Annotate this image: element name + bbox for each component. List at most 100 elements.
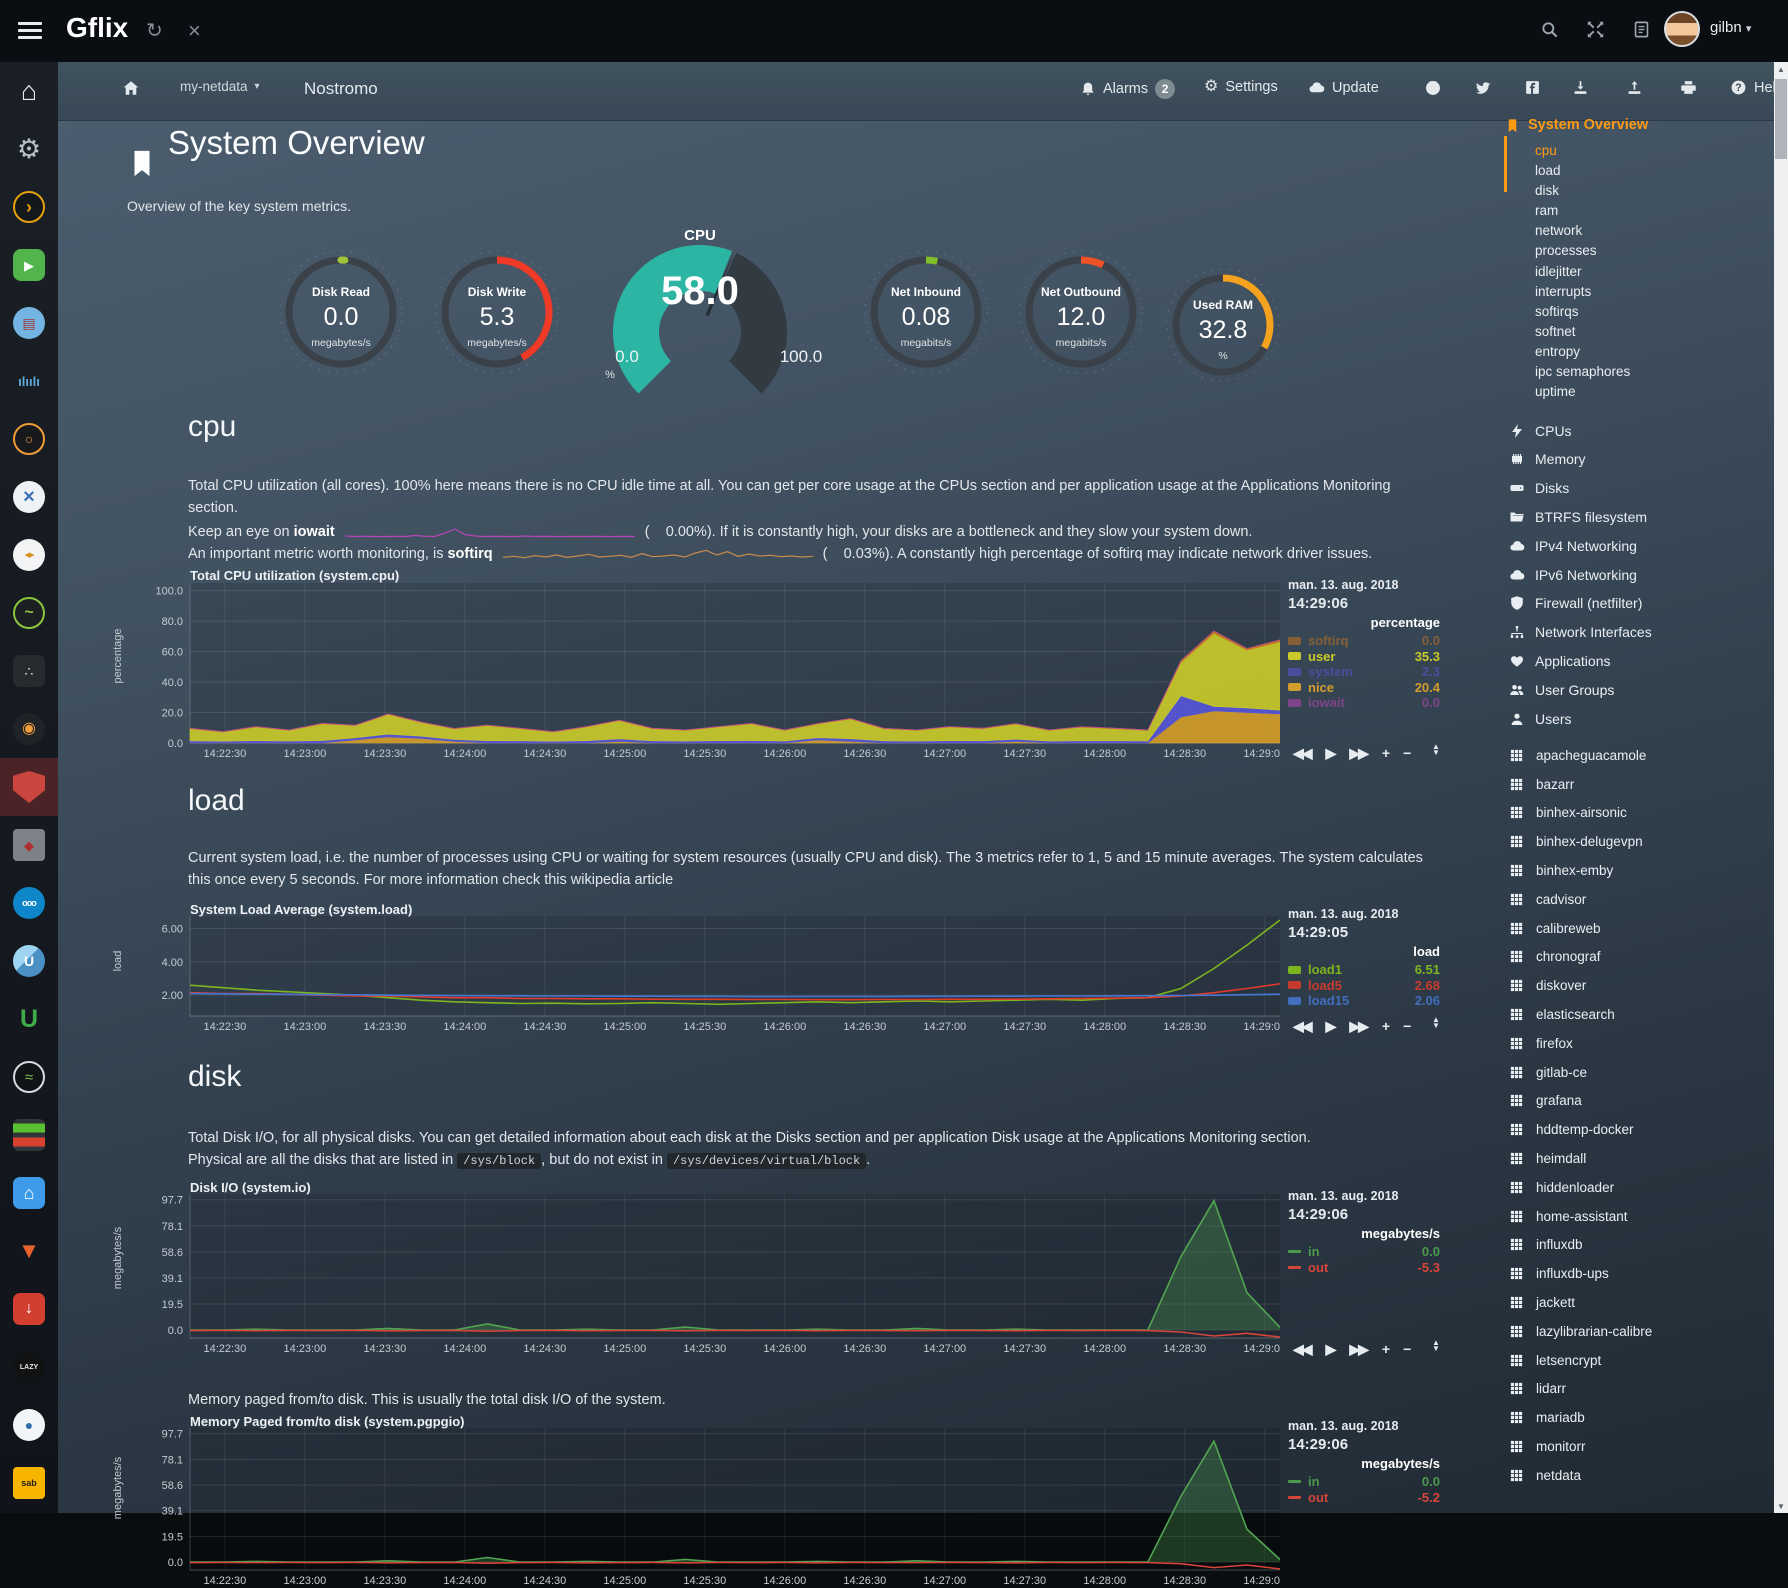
legend-item[interactable]: softirq 0.0 [1288, 633, 1440, 649]
chart-toolbar-button[interactable]: ▶▶ [1349, 745, 1367, 762]
chart-resize-handle[interactable]: ▲▼ [1432, 1017, 1440, 1029]
sidebar-app[interactable]: ◆ [0, 816, 58, 874]
sidebar-app[interactable]: ılıılı [0, 352, 58, 410]
chart-resize-handle[interactable]: ▲▼ [1432, 1340, 1440, 1352]
gauge-used-ram[interactable]: Used RAM 32.8 % [1158, 260, 1288, 390]
legend-item[interactable]: load5 2.68 [1288, 978, 1440, 994]
gauge-cpu[interactable]: CPU 58.0 0.0 100.0 % [595, 217, 805, 407]
toc-section[interactable]: Disks [1505, 474, 1767, 503]
toc-item[interactable]: processes [1505, 241, 1767, 261]
settings-button[interactable]: ⚙Settings [1204, 79, 1278, 95]
chart-toolbar-button[interactable]: ▶ [1326, 1018, 1335, 1035]
toc-app-item[interactable]: netdata [1505, 1461, 1767, 1490]
toc-item[interactable]: load [1505, 161, 1767, 181]
toc-app-item[interactable]: letsencrypt [1505, 1346, 1767, 1375]
sidebar-app[interactable]: ○ [0, 410, 58, 468]
toc-app-item[interactable]: binhex-delugevpn [1505, 827, 1767, 856]
sidebar-app[interactable]: U [0, 932, 58, 990]
toc-app-item[interactable]: gitlab-ce [1505, 1058, 1767, 1087]
toc-section[interactable]: User Groups [1505, 675, 1767, 704]
sidebar-app[interactable] [0, 1106, 58, 1164]
sidebar-app[interactable]: ⌂ [0, 62, 58, 120]
toc-app-item[interactable]: influxdb [1505, 1231, 1767, 1260]
scrollbar[interactable]: ▲ ▼ [1774, 62, 1788, 1513]
toc-item[interactable]: softirqs [1505, 302, 1767, 322]
import-icon[interactable] [1572, 79, 1589, 96]
pgpgio-chart-canvas[interactable]: 97.778.158.639.119.50.014:22:3014:23:001… [135, 1428, 1280, 1588]
toc-item[interactable]: softnet [1505, 322, 1767, 342]
sidebar-app[interactable]: ∴ [0, 642, 58, 700]
toc-app-item[interactable]: calibreweb [1505, 914, 1767, 943]
load-chart-canvas[interactable]: 6.004.002.0014:22:3014:23:0014:23:3014:2… [135, 916, 1280, 1034]
toc-item[interactable]: idlejitter [1505, 262, 1767, 282]
toc-app-item[interactable]: binhex-emby [1505, 856, 1767, 885]
toc-item[interactable]: interrupts [1505, 282, 1767, 302]
toc-app-item[interactable]: lidarr [1505, 1375, 1767, 1404]
chart-toolbar-button[interactable]: − [1403, 745, 1409, 762]
toc-app-item[interactable]: apacheguacamole [1505, 741, 1767, 770]
toc-item[interactable]: uptime [1505, 382, 1767, 402]
toc-app-item[interactable]: bazarr [1505, 770, 1767, 799]
avatar[interactable] [1664, 11, 1700, 47]
toc-section[interactable]: Users [1505, 704, 1767, 733]
sidebar-app[interactable]: × [0, 468, 58, 526]
toc-item[interactable]: ipc semaphores [1505, 362, 1767, 382]
legend-item[interactable]: system 2.3 [1288, 664, 1440, 680]
twitter-icon[interactable] [1474, 79, 1492, 97]
toc-app-item[interactable]: jackett [1505, 1288, 1767, 1317]
toc-app-item[interactable]: influxdb-ups [1505, 1259, 1767, 1288]
toc-section[interactable]: BTRFS filesystem [1505, 503, 1767, 532]
sidebar-app[interactable]: ▼ [0, 1222, 58, 1280]
sidebar-app[interactable]: ▶ [0, 236, 58, 294]
toc-section[interactable]: Applications [1505, 647, 1767, 676]
sidebar-app[interactable]: LAZY [0, 1338, 58, 1396]
toc-item[interactable]: cpu [1505, 141, 1767, 161]
chart-toolbar-button[interactable]: − [1403, 1341, 1409, 1358]
toc-app-item[interactable]: cadvisor [1505, 885, 1767, 914]
sidebar-app[interactable]: ● [0, 1396, 58, 1454]
legend-item[interactable]: user 35.3 [1288, 649, 1440, 665]
toc-item[interactable]: disk [1505, 181, 1767, 201]
sidebar-app[interactable]: ⌂ [0, 1164, 58, 1222]
alarms-button[interactable]: Alarms2 [1080, 79, 1175, 99]
chart-resize-handle[interactable]: ▲▼ [1432, 744, 1440, 756]
legend-item[interactable]: in 0.0 [1288, 1474, 1440, 1490]
sidebar-app[interactable]: ooo [0, 874, 58, 932]
toc-section[interactable]: Network Interfaces [1505, 618, 1767, 647]
scrollbar-down-arrow[interactable]: ▼ [1774, 1499, 1788, 1513]
legend-item[interactable]: in 0.0 [1288, 1244, 1440, 1260]
cpu-chart-canvas[interactable]: 100.080.060.040.020.00.014:22:3014:23:00… [135, 583, 1280, 761]
toc-app-item[interactable]: firefox [1505, 1029, 1767, 1058]
chart-toolbar-button[interactable]: ▶ [1326, 745, 1335, 762]
chart-toolbar-button[interactable]: ▶ [1326, 1341, 1335, 1358]
sidebar-app[interactable]: U [0, 990, 58, 1048]
menu-icon[interactable] [18, 22, 42, 40]
search-icon[interactable] [1540, 20, 1559, 44]
toc-app-item[interactable]: heimdall [1505, 1144, 1767, 1173]
toc-item[interactable]: network [1505, 221, 1767, 241]
legend-item[interactable]: out -5.3 [1288, 1260, 1440, 1276]
update-button[interactable]: Update [1308, 79, 1379, 96]
gauge-disk-write[interactable]: Disk Write 5.3 megabytes/s [432, 247, 562, 377]
legend-item[interactable]: out -5.2 [1288, 1490, 1440, 1506]
changelog-icon[interactable] [1632, 20, 1651, 44]
sidebar-app[interactable]: ⚙ [0, 120, 58, 178]
toc-app-item[interactable]: elasticsearch [1505, 1000, 1767, 1029]
disk-chart-canvas[interactable]: 97.778.158.639.119.50.014:22:3014:23:001… [135, 1194, 1280, 1356]
sidebar-app[interactable]: ~ [0, 584, 58, 642]
toc-section[interactable]: IPv6 Networking [1505, 560, 1767, 589]
chart-toolbar-button[interactable]: ◀◀ [1293, 1341, 1311, 1358]
sidebar-app[interactable]: sab [0, 1454, 58, 1512]
scrollbar-up-arrow[interactable]: ▲ [1774, 62, 1788, 76]
chart-toolbar-button[interactable]: + [1382, 1018, 1388, 1035]
scrollbar-thumb[interactable] [1775, 79, 1787, 159]
chart-toolbar-button[interactable]: − [1403, 1018, 1409, 1035]
toc-section[interactable]: Firewall (netfilter) [1505, 589, 1767, 618]
chart-toolbar-button[interactable]: + [1382, 745, 1388, 762]
sidebar-app[interactable] [0, 758, 58, 816]
toc-app-item[interactable]: hiddenloader [1505, 1173, 1767, 1202]
chart-toolbar-button[interactable]: ◀◀ [1293, 1018, 1311, 1035]
toc-app-item[interactable]: hddtemp-docker [1505, 1115, 1767, 1144]
sidebar-app[interactable]: › [0, 178, 58, 236]
facebook-icon[interactable] [1524, 79, 1541, 96]
